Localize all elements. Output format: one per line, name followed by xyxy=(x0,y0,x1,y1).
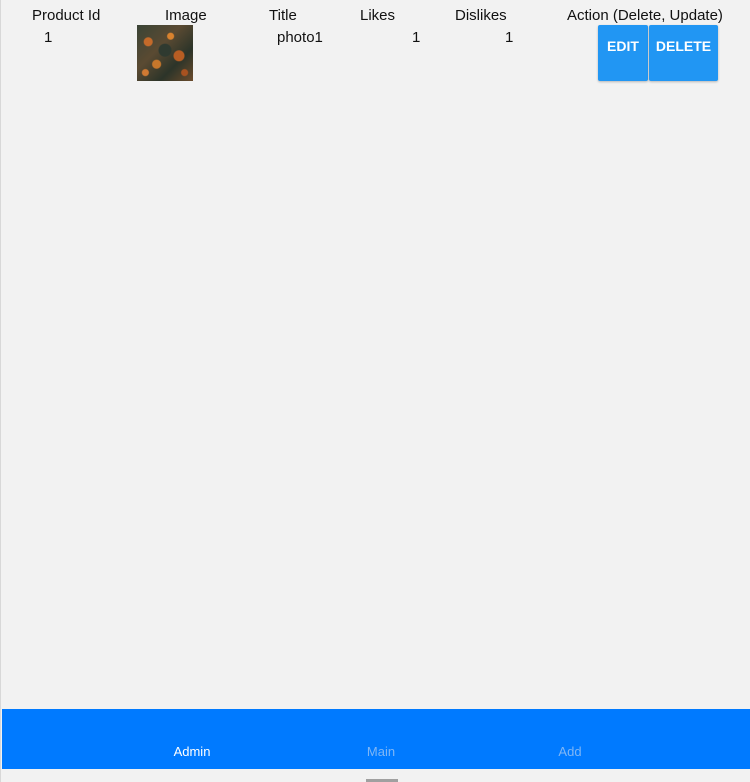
tab-add[interactable]: Add xyxy=(558,744,581,759)
likes-cell: 1 xyxy=(412,29,421,46)
title-cell: photo1 xyxy=(277,29,323,46)
product-image xyxy=(137,25,193,81)
header-dislikes: Dislikes xyxy=(455,7,507,24)
header-likes: Likes xyxy=(360,7,396,24)
tab-main[interactable]: Main xyxy=(367,744,395,759)
product-id-cell: 1 xyxy=(44,29,53,46)
tab-admin[interactable]: Admin xyxy=(174,744,211,759)
delete-button[interactable]: DELETE xyxy=(649,25,718,81)
app-screen: Product Id Image Title Likes Dislikes Ac… xyxy=(0,0,750,782)
edit-button[interactable]: EDIT xyxy=(598,25,648,81)
header-image: Image xyxy=(165,7,207,24)
bottom-tab-bar: Admin Main Add xyxy=(2,709,750,769)
dislikes-cell: 1 xyxy=(505,29,514,46)
header-product-id: Product Id xyxy=(32,7,101,24)
header-action: Action (Delete, Update) xyxy=(567,7,723,24)
header-title: Title xyxy=(269,7,297,24)
